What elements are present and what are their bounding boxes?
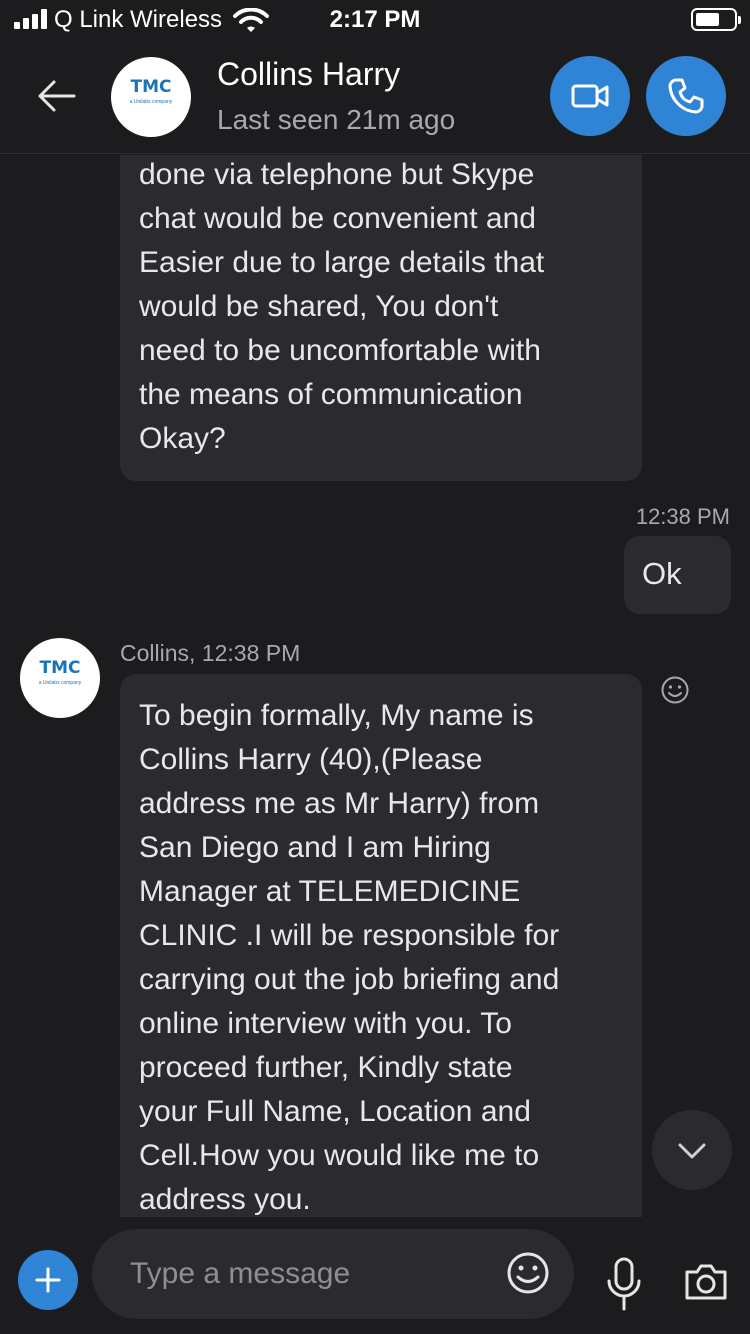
video-camera-icon [571,84,609,108]
message-list[interactable]: done via telephone but Skype chat would … [0,155,750,1217]
incoming-message-bubble[interactable]: done via telephone but Skype chat would … [120,155,642,481]
scroll-to-bottom-button[interactable] [652,1110,732,1190]
outgoing-message-bubble[interactable]: Ok [624,536,731,614]
back-arrow-icon[interactable] [34,74,78,118]
emoji-icon[interactable] [506,1251,550,1295]
chat-header: TMC a Unilabs company Collins Harry Last… [0,42,750,154]
contact-avatar[interactable]: TMC a Unilabs company [111,57,191,137]
tmc-logo: TMC [130,77,172,97]
last-seen-status: Last seen 21m ago [217,104,456,135]
logo-subtitle: a Unilabs company [38,680,82,686]
status-bar: Q Link Wireless 2:17 PM [0,0,750,42]
video-call-button[interactable] [550,56,630,136]
message-timestamp: 12:38 PM [635,504,730,529]
sender-name-time: Collins, 12:38 PM [120,640,301,666]
phone-icon [668,78,704,114]
message-composer [0,1217,750,1334]
camera-icon[interactable] [683,1260,729,1302]
incoming-message-bubble[interactable]: To begin formally, My name is Collins Ha… [120,674,642,1217]
add-reaction-icon[interactable] [660,675,690,705]
tmc-logo: TMC [39,658,81,678]
voice-call-button[interactable] [646,56,726,136]
message-input[interactable] [130,1251,490,1297]
message-input-container[interactable] [92,1229,574,1319]
battery-icon [691,8,741,31]
microphone-icon[interactable] [604,1257,644,1313]
contact-name[interactable]: Collins Harry [217,56,400,93]
chevron-down-icon [678,1143,706,1159]
sender-avatar[interactable]: TMC a Unilabs company [20,638,100,718]
add-attachment-button[interactable] [18,1250,78,1310]
plus-icon [35,1267,61,1293]
status-time: 2:17 PM [329,6,421,33]
logo-subtitle: a Unilabs company [129,99,173,105]
